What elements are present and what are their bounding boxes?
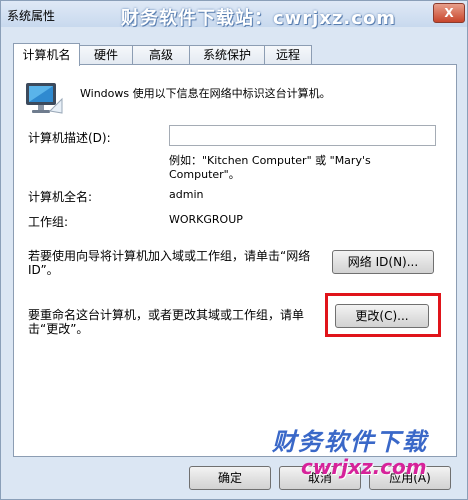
network-id-button[interactable]: 网络 ID(N)... [332,250,434,274]
watermark-top: 财务软件下载站：cwrjxz.com [121,8,397,29]
tab-computer-name[interactable]: 计算机名 [13,43,80,66]
tab-remote[interactable]: 远程 [264,45,312,65]
example-text: 例如："Kitchen Computer" 或 "Mary's Computer… [169,154,371,181]
network-id-text: 若要使用向导将计算机加入域或工作组，请单击“网络 ID”。 [28,249,311,277]
watermark-bottom: 财务软件下载 [272,428,428,456]
close-button[interactable]: X [433,3,465,23]
window-title: 系统属性 [7,9,56,23]
tab-system-protection[interactable]: 系统保护 [189,45,265,65]
change-button[interactable]: 更改(C)... [335,304,429,328]
description-field[interactable] [169,125,436,146]
workgroup-label: 工作组: [28,215,69,229]
system-properties-window: 系统属性 财务软件下载站：cwrjxz.com X 计算机名 硬件 高级 系统保… [0,0,468,500]
tab-hardware[interactable]: 硬件 [79,45,133,65]
rename-text: 要重命名这台计算机，或者更改其域或工作组，请单击“更改”。 [28,308,305,336]
fullname-value: admin [169,188,204,201]
title-bar[interactable]: 系统属性 财务软件下载站：cwrjxz.com X [1,1,467,29]
description-label: 计算机描述(D): [28,131,111,145]
computer-name-panel: Windows 使用以下信息在网络中标识这台计算机。 计算机描述(D): 例如：… [13,64,457,457]
intro-text: Windows 使用以下信息在网络中标识这台计算机。 [80,87,331,100]
computer-monitor-icon [26,83,63,114]
tab-advanced[interactable]: 高级 [132,45,190,65]
workgroup-value: WORKGROUP [169,213,243,226]
watermark-url: cwrjxz.com [301,455,427,479]
ok-button[interactable]: 确定 [189,466,271,490]
fullname-label: 计算机全名: [28,190,93,204]
